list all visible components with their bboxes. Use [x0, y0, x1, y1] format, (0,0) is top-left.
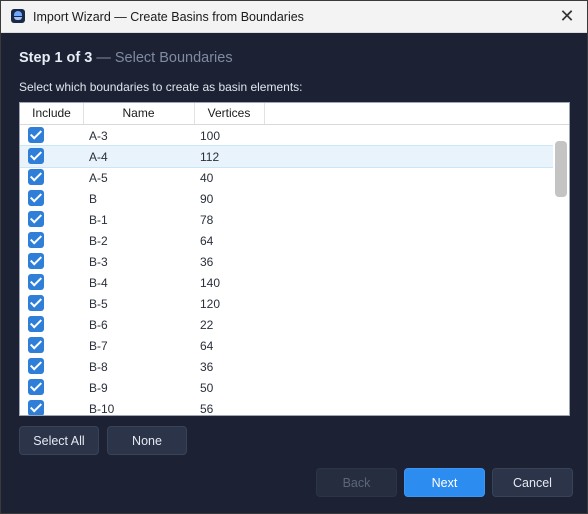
- table-row[interactable]: B-10 56: [20, 398, 555, 416]
- column-header-include[interactable]: Include: [20, 103, 84, 124]
- cell-name: B-6: [89, 318, 108, 332]
- cell-vertices: 100: [200, 129, 221, 143]
- cell-name: A-3: [89, 129, 108, 143]
- table-row[interactable]: B-6 22: [20, 314, 555, 335]
- step-separator: —: [92, 50, 115, 66]
- cell-name: B-10: [89, 402, 115, 416]
- column-header-vertices[interactable]: Vertices: [194, 103, 265, 124]
- include-checkbox[interactable]: [28, 211, 44, 227]
- table-header: Include Name Vertices: [20, 103, 569, 125]
- include-checkbox[interactable]: [28, 169, 44, 185]
- table-row[interactable]: A-3 100: [20, 125, 555, 146]
- cell-vertices: 36: [200, 255, 214, 269]
- step-number: Step 1 of 3: [19, 50, 93, 66]
- table-row[interactable]: B-1 78: [20, 209, 555, 230]
- include-checkbox[interactable]: [28, 358, 44, 374]
- include-checkbox[interactable]: [28, 295, 44, 311]
- cell-vertices: 120: [200, 297, 221, 311]
- select-all-button[interactable]: Select All: [19, 426, 99, 455]
- cell-name: B: [89, 192, 98, 206]
- table-row[interactable]: B-4 140: [20, 272, 555, 293]
- include-checkbox[interactable]: [28, 127, 44, 143]
- step-name: Select Boundaries: [114, 50, 233, 66]
- step-heading: Step 1 of 3 — Select Boundaries: [19, 50, 233, 66]
- include-checkbox[interactable]: [28, 148, 44, 164]
- table-row[interactable]: B-5 120: [20, 293, 555, 314]
- cell-vertices: 64: [200, 234, 214, 248]
- include-checkbox[interactable]: [28, 400, 44, 415]
- cell-vertices: 22: [200, 318, 214, 332]
- cell-name: B-9: [89, 381, 108, 395]
- none-button[interactable]: None: [107, 426, 187, 455]
- table-row[interactable]: B-9 50: [20, 377, 555, 398]
- table-row[interactable]: B 90: [20, 188, 555, 209]
- cell-vertices: 40: [200, 171, 214, 185]
- back-button[interactable]: Back: [316, 468, 397, 497]
- include-checkbox[interactable]: [28, 337, 44, 353]
- cell-name: B-7: [89, 339, 108, 353]
- cell-vertices: 140: [200, 276, 221, 290]
- cell-name: B-8: [89, 360, 108, 374]
- cell-vertices: 78: [200, 213, 214, 227]
- cell-name: A-4: [89, 150, 108, 164]
- scrollbar-thumb[interactable]: [555, 141, 567, 197]
- cell-vertices: 36: [200, 360, 214, 374]
- table-row[interactable]: B-8 36: [20, 356, 555, 377]
- cell-vertices: 50: [200, 381, 214, 395]
- cell-name: A-5: [89, 171, 108, 185]
- cell-vertices: 56: [200, 402, 214, 416]
- boundaries-table: Include Name Vertices A-3 100 A-4 112 A-5 40 B…: [19, 102, 570, 416]
- table-scrollbar[interactable]: [553, 125, 569, 415]
- title-bar: Import Wizard — Create Basins from Bound…: [1, 1, 587, 33]
- table-row[interactable]: B-7 64: [20, 335, 555, 356]
- include-checkbox[interactable]: [28, 379, 44, 395]
- include-checkbox[interactable]: [28, 316, 44, 332]
- app-icon: [11, 9, 25, 23]
- instruction-text: Select which boundaries to create as bas…: [19, 80, 303, 94]
- import-wizard-window: Import Wizard — Create Basins from Bound…: [0, 0, 588, 514]
- window-title: Import Wizard — Create Basins from Bound…: [33, 10, 304, 24]
- include-checkbox[interactable]: [28, 190, 44, 206]
- cell-name: B-3: [89, 255, 108, 269]
- close-button[interactable]: ✕: [551, 4, 583, 29]
- include-checkbox[interactable]: [28, 253, 44, 269]
- table-row[interactable]: A-5 40: [20, 167, 555, 188]
- table-row[interactable]: B-2 64: [20, 230, 555, 251]
- include-checkbox[interactable]: [28, 232, 44, 248]
- cell-name: B-5: [89, 297, 108, 311]
- cell-name: B-4: [89, 276, 108, 290]
- column-header-name[interactable]: Name: [83, 103, 195, 124]
- cell-name: B-1: [89, 213, 108, 227]
- next-button[interactable]: Next: [404, 468, 485, 497]
- table-row[interactable]: A-4 112: [20, 145, 556, 168]
- table-row[interactable]: B-3 36: [20, 251, 555, 272]
- include-checkbox[interactable]: [28, 274, 44, 290]
- cancel-button[interactable]: Cancel: [492, 468, 573, 497]
- cell-vertices: 90: [200, 192, 214, 206]
- cell-vertices: 112: [200, 150, 220, 164]
- table-body: A-3 100 A-4 112 A-5 40 B 90 B-1 78 B-2 64 B-3 36 B-4 14…: [20, 125, 556, 416]
- cell-vertices: 64: [200, 339, 214, 353]
- cell-name: B-2: [89, 234, 108, 248]
